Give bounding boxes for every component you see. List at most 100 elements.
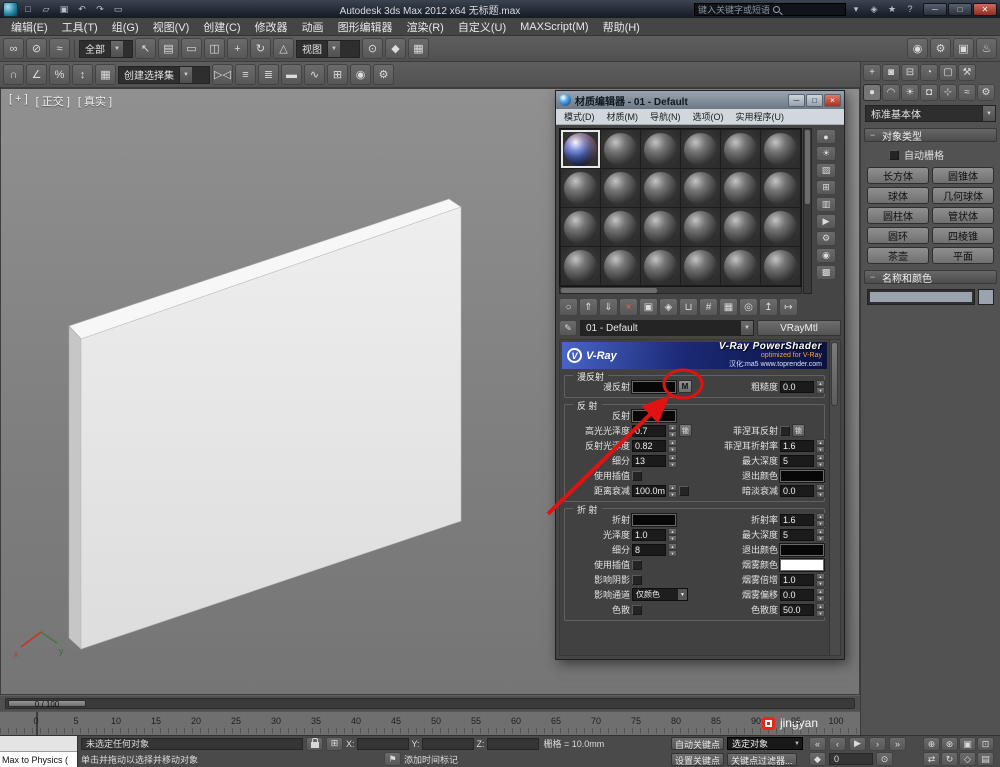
key-mode-toggle-icon[interactable]: ◆ [809,752,826,767]
track-bar[interactable]: jingyan 0 5 10 15 20 25 30 35 40 45 50 55 60 65 70 75 80… [0,711,860,735]
geosphere-button[interactable]: 几何球体 [932,187,994,204]
put-to-library-icon[interactable]: ⊔ [679,298,698,316]
infocenter-search-input[interactable]: 键入关键字或短语 [694,2,846,16]
zoom-region-icon[interactable]: ⊡ [977,737,994,751]
minimize-button[interactable]: ─ [923,2,947,16]
value-field[interactable]: 1.0 [632,528,666,541]
material-sample-slot[interactable] [721,208,760,246]
put-material-to-scene-icon[interactable]: ⇑ [579,298,598,316]
make-preview-icon[interactable]: ▶ [816,214,836,229]
menu-item[interactable]: 导航(N) [644,109,687,124]
show-map-in-viewport-icon[interactable]: ▦ [719,298,738,316]
cone-button[interactable]: 圆锥体 [932,167,994,184]
coord-x-field[interactable] [356,737,409,750]
menu-item[interactable]: [ + ] [9,93,28,105]
category-cameras-icon[interactable]: ◘ [920,84,938,101]
mini-listener-macro-line[interactable] [0,736,77,752]
value-field[interactable]: 8 [632,543,666,556]
menu-item[interactable]: 工具(T) [55,18,105,35]
material-type-button[interactable]: VRayMtl [757,320,841,336]
box-front-face[interactable] [80,206,462,650]
material-sample-slot[interactable] [681,130,720,168]
checkbox[interactable] [632,604,642,615]
maximize-viewport-icon[interactable]: ▤ [977,752,994,766]
value-field[interactable]: 1.6 [780,439,814,452]
menu-item[interactable]: 图形编辑器 [331,18,400,35]
me-maximize-button[interactable]: □ [806,93,823,107]
menu-item[interactable]: MAXScript(M) [513,18,595,35]
field-of-view-icon[interactable]: ◇ [959,752,976,766]
sample-slots-hscrollbar[interactable] [559,287,802,294]
next-frame-icon[interactable]: › [869,736,886,751]
menu-item[interactable]: 动画 [295,18,331,35]
assign-material-to-selection-icon[interactable]: ⇓ [599,298,618,316]
spinner[interactable]: ▲ ▼ [816,454,825,468]
spinner[interactable]: ▲ ▼ [668,424,677,438]
hscroll-thumb[interactable] [561,288,658,293]
time-configuration-icon[interactable]: ⊙ [876,752,893,767]
sample-type-icon[interactable]: ● [816,129,836,144]
plane-button[interactable]: 平面 [932,247,994,264]
zoom-icon[interactable]: ⊕ [923,737,940,751]
go-to-start-icon[interactable]: « [809,736,826,751]
material-sample-slot[interactable] [761,169,800,207]
material-sample-slot[interactable] [681,169,720,207]
material-sample-slot[interactable] [561,208,600,246]
object-type-rollout-header[interactable]: 对象类型 [864,128,997,143]
background-icon[interactable]: ▨ [816,163,836,178]
pan-icon[interactable]: ⇄ [923,752,940,766]
menu-item[interactable]: 创建(C) [196,18,247,35]
material-editor-titlebar[interactable]: 材质编辑器 - 01 - Default ─ □ × [556,91,844,109]
menu-item[interactable]: 修改器 [248,18,295,35]
checkbox[interactable] [679,485,689,496]
tab-modify-icon[interactable]: ◙ [882,64,900,81]
menu-item[interactable]: 自定义(U) [451,18,513,35]
color-swatch[interactable] [779,557,825,572]
lock-button[interactable]: 锁 [792,424,805,437]
material-sample-slot[interactable] [641,208,680,246]
tab-motion-icon[interactable]: ◔ [920,64,938,81]
selection-set-dropdown[interactable]: 选定对象 [727,737,803,751]
select-and-manipulate-icon[interactable]: ◆ [385,38,406,59]
sphere-button[interactable]: 球体 [867,187,929,204]
open-file-icon[interactable]: ▱ [38,2,54,16]
go-forward-to-sibling-icon[interactable]: ↦ [779,298,798,316]
spinner[interactable]: ▲ ▼ [816,588,825,602]
help-icon[interactable]: ? [902,2,918,16]
mini-listener-script-line[interactable]: Max to Physics ( [0,752,77,767]
category-helpers-icon[interactable]: ⊹ [939,84,957,101]
set-key-button[interactable]: 设置关键点 [671,752,725,766]
material-sample-slot[interactable] [561,169,600,207]
menu-item[interactable]: 材质(M) [601,109,645,124]
material-editor-icon[interactable]: ◉ [907,38,928,59]
object-color-swatch[interactable] [978,289,994,305]
sample-slots-vscrollbar[interactable] [803,128,812,294]
key-filters-button[interactable]: 关键点过滤器... [727,752,797,766]
material-sample-slot[interactable] [601,208,640,246]
material-sample-slot[interactable] [721,169,760,207]
make-unique-icon[interactable]: ◈ [659,298,678,316]
make-material-copy-icon[interactable]: ▣ [639,298,658,316]
material-sample-slot[interactable] [641,169,680,207]
category-lights-icon[interactable]: ☀ [901,84,919,101]
tab-utilities-icon[interactable]: ⚒ [958,64,976,81]
select-object-icon[interactable]: ↖ [135,38,156,59]
named-selection-sets-dropdown[interactable]: 创建选择集 [118,65,210,84]
save-file-icon[interactable]: ▣ [56,2,72,16]
orbit-icon[interactable]: ↻ [941,752,958,766]
value-field[interactable]: 0.0 [780,588,814,601]
teapot-button[interactable]: 茶壶 [867,247,929,264]
parameters-scrollbar[interactable] [829,340,840,655]
menu-item[interactable]: [ 真实 ] [78,93,112,109]
value-field[interactable]: 5 [780,528,814,541]
category-spacewarps-icon[interactable]: ≈ [958,84,976,101]
selection-region-icon[interactable]: ▭ [181,38,202,59]
favorites-star-icon[interactable]: ★ [884,2,900,16]
keyboard-override-icon[interactable]: ▦ [408,38,429,59]
menu-item[interactable]: 帮助(H) [596,18,647,35]
box-left-face[interactable] [68,325,82,650]
pick-material-from-object-icon[interactable]: ✎ [559,320,577,336]
mirror-icon[interactable]: ▷◁ [212,64,233,85]
material-sample-slot[interactable] [641,130,680,168]
geometry-category-dropdown[interactable]: 标准基本体 [865,105,996,122]
